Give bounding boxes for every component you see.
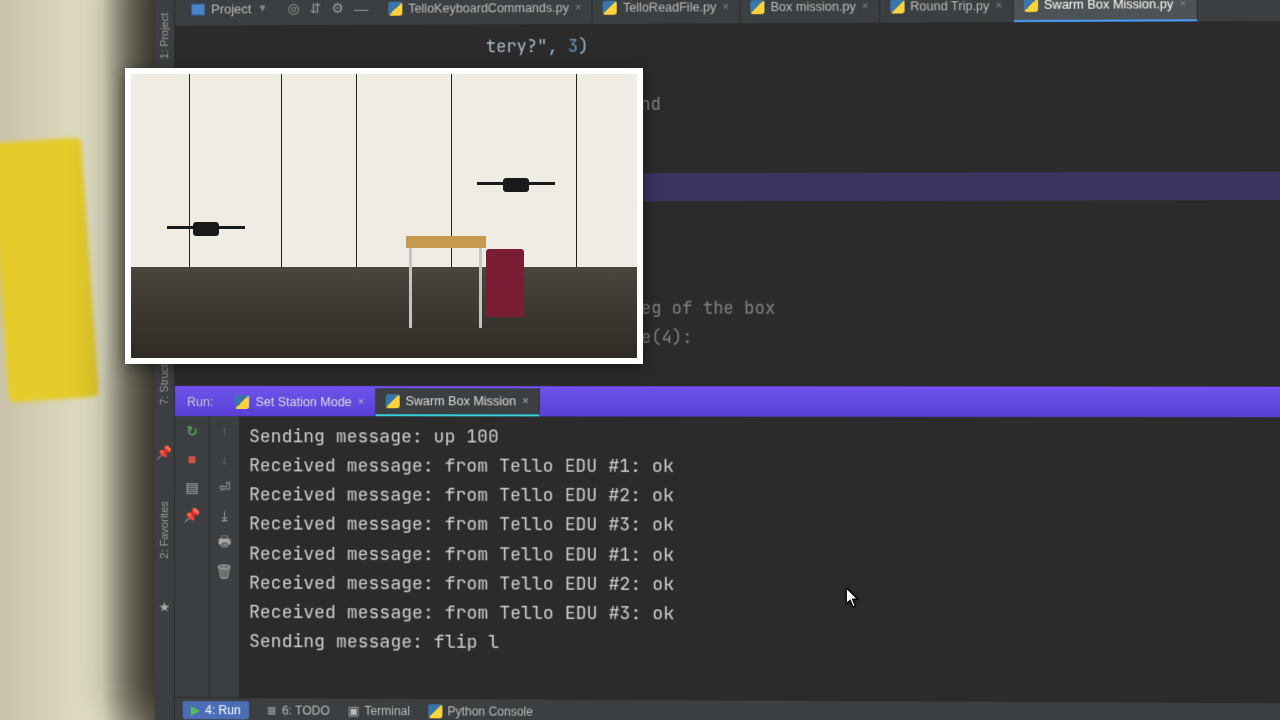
down-icon[interactable]: ↓ bbox=[215, 450, 233, 468]
drone-right bbox=[481, 178, 551, 192]
python-file-icon bbox=[388, 1, 402, 15]
star-icon[interactable]: ★ bbox=[159, 599, 171, 615]
console-output[interactable]: Sending message: up 100 Received message… bbox=[239, 416, 1280, 702]
play-icon: ▶ bbox=[191, 702, 200, 716]
project-icon bbox=[191, 3, 205, 15]
run-gutter-left: ↻ ■ ▤ 📌 bbox=[175, 416, 209, 697]
close-icon[interactable]: × bbox=[575, 1, 582, 13]
editor-tab[interactable]: TelloKeyboardCommands.py× bbox=[378, 0, 593, 25]
toolbar-icons: ◎ ⇵ ⚙ — bbox=[277, 0, 378, 25]
video-pip bbox=[125, 68, 643, 364]
run-tabs: Set Station Mode×Swarm Box Mission× bbox=[225, 388, 539, 416]
export-icon[interactable]: ⤓ bbox=[215, 506, 233, 524]
close-icon[interactable]: × bbox=[722, 1, 729, 13]
run-header: Run: Set Station Mode×Swarm Box Mission× bbox=[175, 388, 1280, 417]
close-icon[interactable]: × bbox=[358, 396, 364, 408]
python-icon bbox=[235, 395, 249, 409]
minimize-icon[interactable]: — bbox=[354, 0, 368, 16]
project-dropdown[interactable]: Project ▼ bbox=[181, 0, 277, 26]
bottom-pyconsole-button[interactable]: Python Console bbox=[428, 704, 533, 719]
bottom-terminal-button[interactable]: ▣ Terminal bbox=[348, 703, 410, 717]
bottom-run-button[interactable]: ▶ 4: Run bbox=[183, 700, 249, 718]
bottom-todo-button[interactable]: ≣ 6: TODO bbox=[267, 703, 330, 717]
python-file-icon bbox=[603, 0, 617, 14]
trash-icon[interactable]: 🗑 bbox=[215, 562, 233, 580]
gear-icon[interactable]: ⚙ bbox=[331, 0, 344, 17]
collapse-icon[interactable]: ⇵ bbox=[310, 0, 322, 17]
python-icon bbox=[385, 394, 399, 408]
editor-tabs: TelloKeyboardCommands.py×TelloReadFile.p… bbox=[378, 0, 1280, 25]
list-icon: ≣ bbox=[267, 703, 277, 717]
terminal-icon: ▣ bbox=[348, 703, 359, 717]
project-label: Project bbox=[211, 1, 251, 16]
layout-icon[interactable]: ▤ bbox=[183, 478, 201, 496]
yellow-chair bbox=[0, 137, 99, 403]
editor-tab[interactable]: Box mission.py× bbox=[740, 0, 880, 23]
python-icon bbox=[428, 704, 442, 718]
up-icon[interactable]: ↑ bbox=[215, 422, 233, 440]
target-icon[interactable]: ◎ bbox=[287, 0, 299, 17]
close-icon[interactable]: × bbox=[862, 0, 869, 12]
editor-tab[interactable]: Swarm Box Mission.py× bbox=[1013, 0, 1197, 22]
print-icon[interactable]: 🖶 bbox=[215, 534, 233, 552]
close-icon[interactable]: × bbox=[522, 395, 529, 407]
mouse-cursor bbox=[846, 588, 860, 608]
stop-icon[interactable]: ■ bbox=[183, 450, 201, 468]
run-label: Run: bbox=[175, 388, 225, 416]
run-tool-window: Run: Set Station Mode×Swarm Box Mission×… bbox=[175, 386, 1280, 702]
editor-tab[interactable]: Round Trip.py× bbox=[880, 0, 1014, 23]
wrap-icon[interactable]: ⏎ bbox=[215, 478, 233, 496]
python-file-icon bbox=[750, 0, 764, 14]
pin-icon[interactable]: 📌 bbox=[156, 445, 172, 461]
tool-favorites[interactable]: 2: Favorites bbox=[158, 501, 170, 559]
editor-tab[interactable]: TelloReadFile.py× bbox=[593, 0, 741, 24]
close-icon[interactable]: × bbox=[996, 0, 1003, 12]
tool-project[interactable]: 1: Project bbox=[159, 13, 171, 59]
run-tab[interactable]: Swarm Box Mission× bbox=[375, 388, 540, 416]
run-tab[interactable]: Set Station Mode× bbox=[225, 388, 375, 416]
python-file-icon bbox=[1024, 0, 1038, 11]
chair bbox=[486, 249, 524, 317]
pin-icon[interactable]: 📌 bbox=[183, 506, 201, 524]
drone-left bbox=[171, 222, 241, 236]
desk bbox=[406, 236, 486, 248]
code-line: tery?", 3) bbox=[486, 33, 589, 62]
pip-scene bbox=[131, 74, 637, 358]
run-body: ↻ ■ ▤ 📌 ↑ ↓ ⏎ ⤓ 🖶 🗑 Sending message: up … bbox=[175, 416, 1280, 702]
rerun-icon[interactable]: ↻ bbox=[183, 422, 201, 440]
chevron-down-icon: ▼ bbox=[258, 3, 268, 14]
python-file-icon bbox=[890, 0, 904, 13]
run-gutter-right: ↑ ↓ ⏎ ⤓ 🖶 🗑 bbox=[209, 416, 239, 697]
close-icon[interactable]: × bbox=[1179, 0, 1186, 10]
